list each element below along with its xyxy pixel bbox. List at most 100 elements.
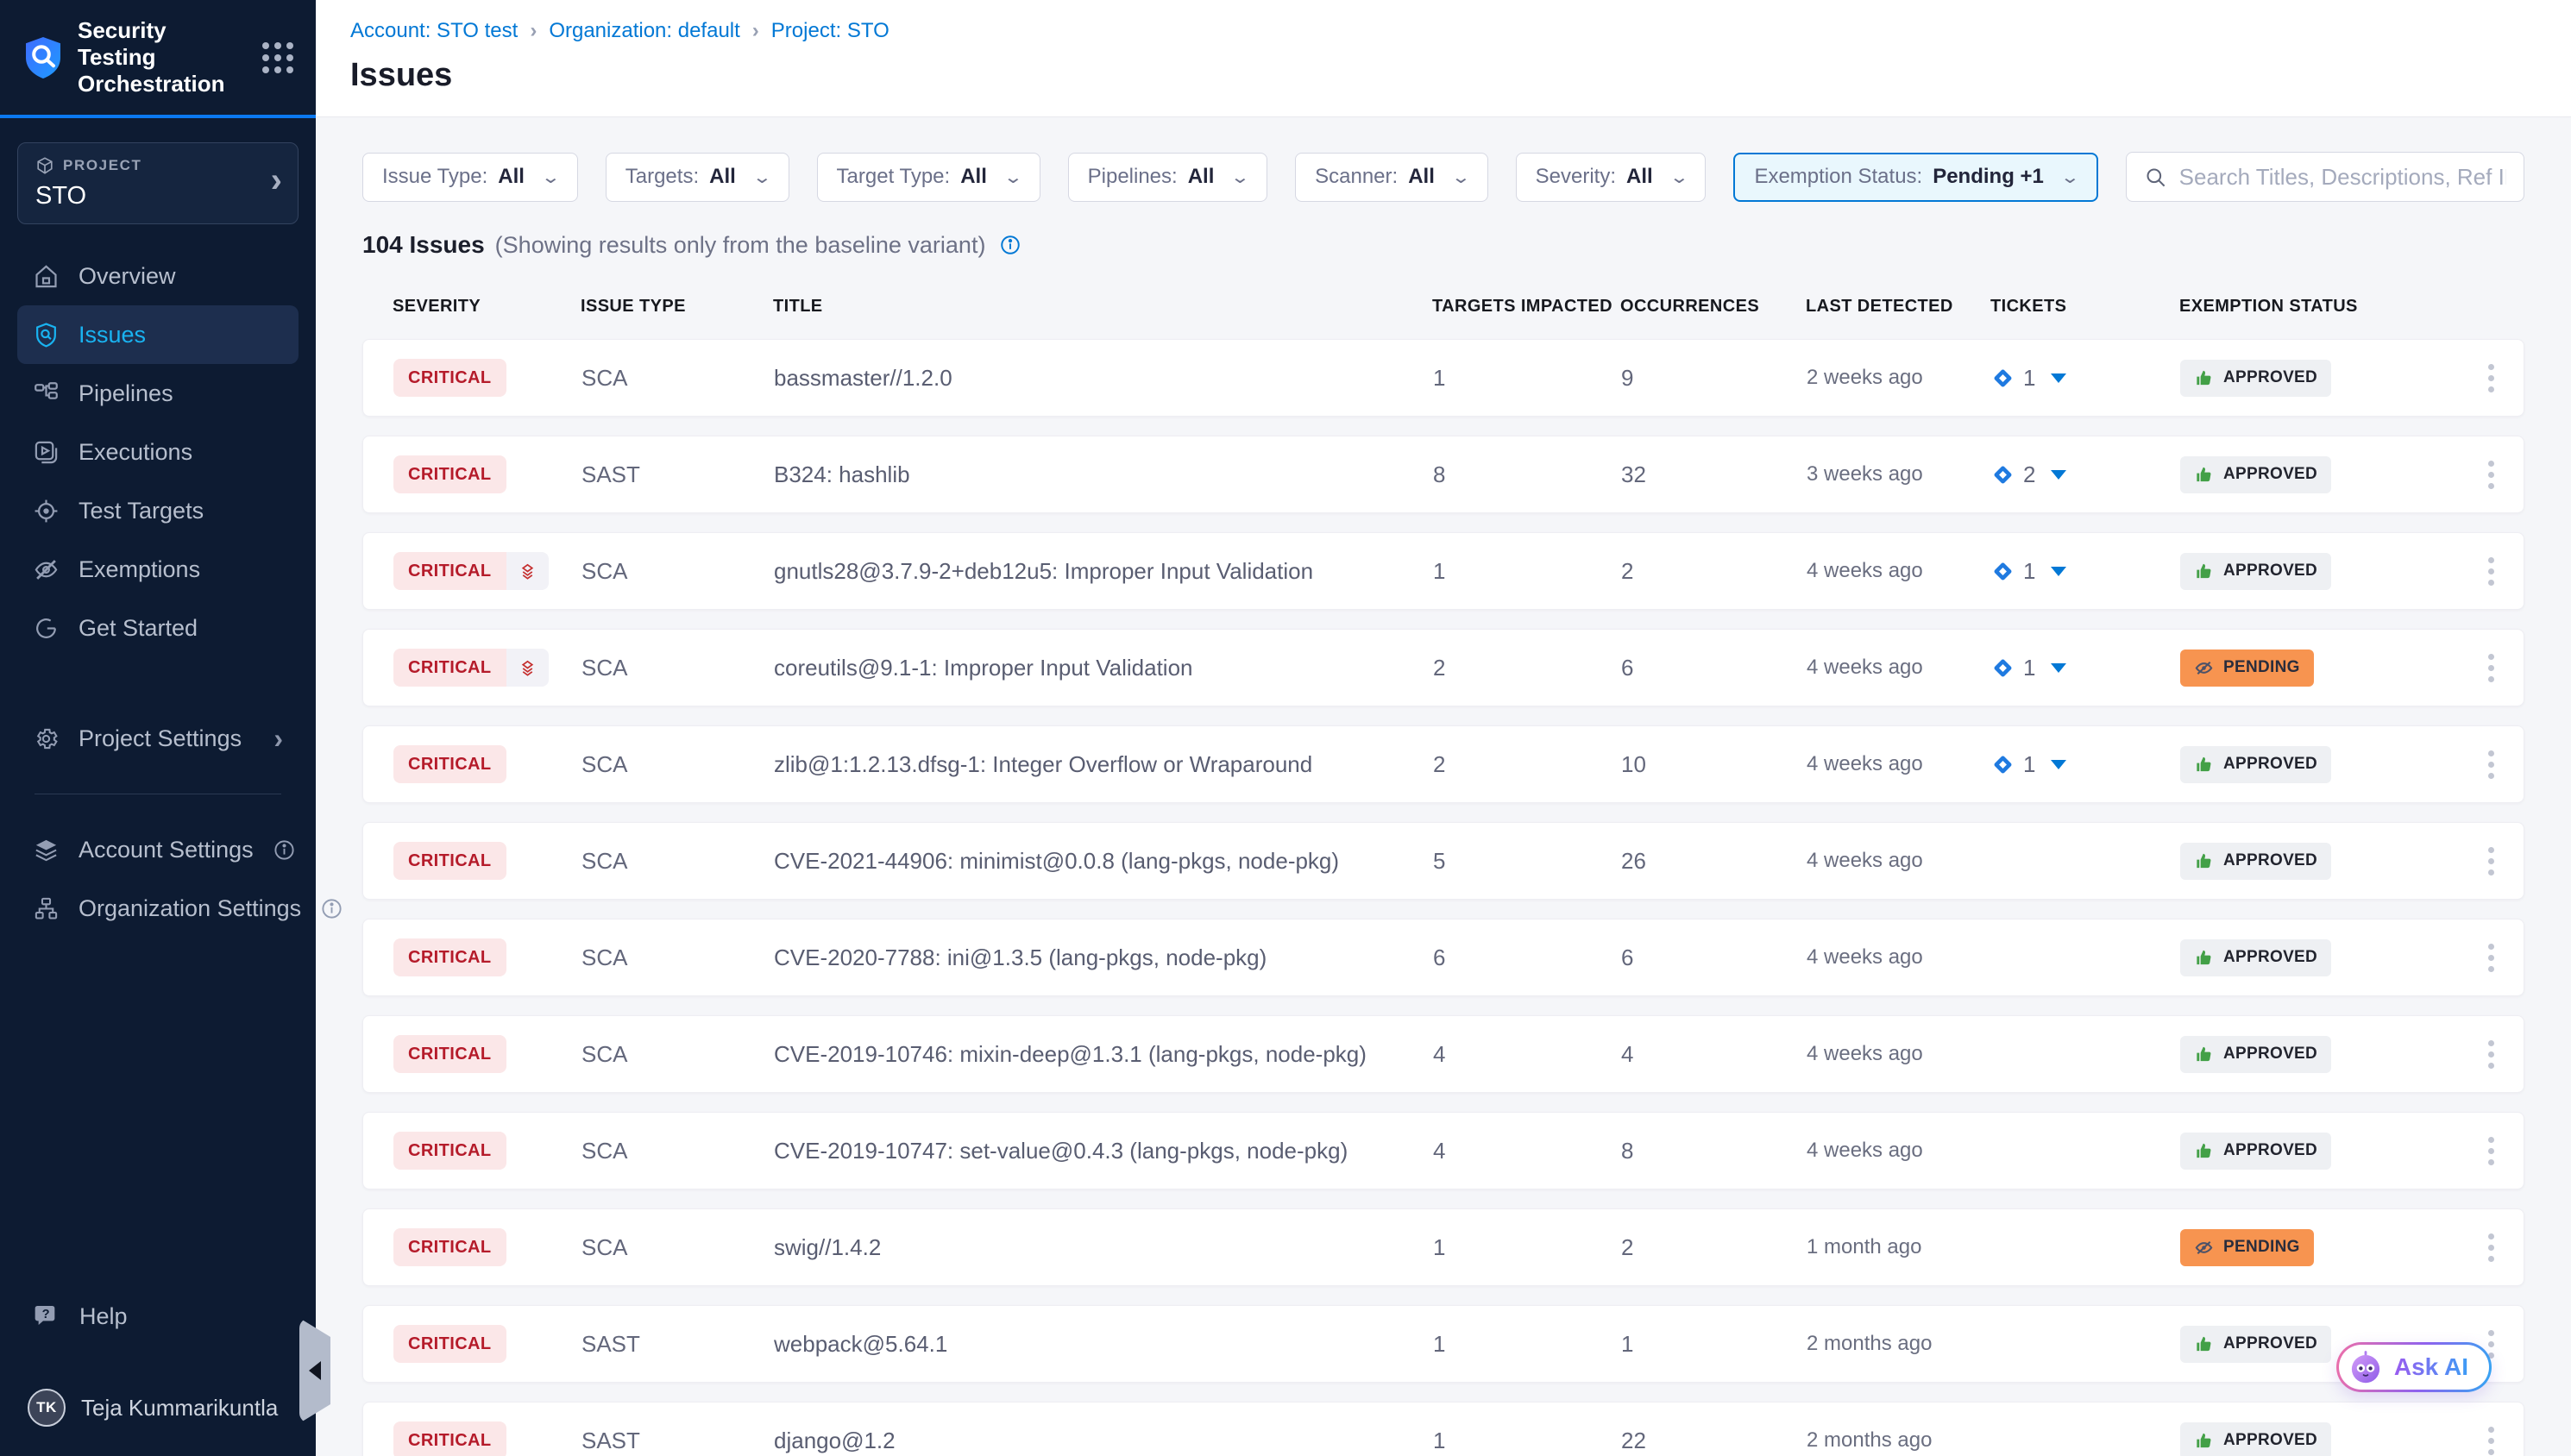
table-row[interactable]: CRITICAL SCA CVE-2019-10747: set-value@0… [362, 1112, 2524, 1189]
sidebar-item-issues[interactable]: Issues [17, 305, 299, 364]
row-menu-kebab[interactable] [2474, 547, 2508, 595]
user-menu[interactable]: TK Teja Kummarikuntla [17, 1389, 299, 1427]
severity-cell: CRITICAL [393, 745, 581, 783]
issue-type-cell: SCA [581, 655, 774, 681]
severity-cell: CRITICAL [393, 1325, 581, 1363]
exemption-status-cell: APPROVED [2180, 939, 2474, 976]
exemption-status-cell: APPROVED [2180, 1036, 2474, 1073]
issue-type-cell: SCA [581, 1041, 774, 1068]
breadcrumb-project[interactable]: Project: STO [771, 19, 889, 43]
info-icon[interactable] [273, 838, 296, 862]
ticket-caret-down-icon[interactable] [2051, 567, 2066, 576]
app-grid-icon[interactable] [262, 42, 293, 73]
last-detected-cell: 4 weeks ago [1807, 849, 1991, 873]
executions-icon [33, 439, 60, 466]
tickets-cell[interactable]: 1 [1991, 365, 2180, 392]
app-title: Security Testing Orchestration [78, 17, 248, 97]
filter-pipelines[interactable]: Pipelines: All ⌄ [1068, 153, 1268, 202]
last-detected-cell: 4 weeks ago [1807, 945, 1991, 970]
sidebar-item-exemptions[interactable]: Exemptions [17, 540, 299, 599]
filter-severity[interactable]: Severity: All ⌄ [1516, 153, 1707, 202]
jira-ticket-icon [1991, 753, 2015, 776]
occurrences-cell: 6 [1621, 945, 1807, 971]
row-menu-kebab[interactable] [2474, 1030, 2508, 1078]
filter-exemption-status[interactable]: Exemption Status: Pending +1 ⌄ [1733, 153, 2097, 202]
filter-scanner[interactable]: Scanner: All ⌄ [1295, 153, 1488, 202]
table-row[interactable]: CRITICAL SCA CVE-2020-7788: ini@1.3.5 (l… [362, 919, 2524, 996]
table-row[interactable]: CRITICAL SCA CVE-2019-10746: mixin-deep@… [362, 1015, 2524, 1093]
thumbs-up-icon [2194, 1045, 2214, 1064]
jira-ticket-icon [1991, 463, 2015, 486]
ticket-caret-down-icon[interactable] [2051, 663, 2066, 673]
gear-icon [33, 725, 60, 752]
targets-impacted-cell: 8 [1433, 461, 1621, 488]
ticket-count: 1 [2023, 558, 2035, 585]
help-chat-icon: ? [33, 1302, 60, 1330]
help-button[interactable]: ? Help [17, 1289, 299, 1344]
info-icon[interactable] [320, 897, 343, 920]
approved-badge: APPROVED [2180, 1326, 2331, 1363]
table-row[interactable]: CRITICAL SCA CVE-2021-44906: minimist@0.… [362, 822, 2524, 900]
table-row[interactable]: CRITICAL SCA swig//1.4.2 1 2 1 month ago… [362, 1208, 2524, 1286]
issue-title-cell: CVE-2019-10747: set-value@0.4.3 (lang-pk… [774, 1138, 1433, 1164]
ask-ai-button[interactable]: Ask AI [2336, 1342, 2492, 1392]
tickets-cell[interactable]: 2 [1991, 461, 2180, 488]
sidebar-item-get-started[interactable]: Get Started [17, 599, 299, 657]
table-row[interactable]: CRITICAL SAST webpack@5.64.1 1 1 2 month… [362, 1305, 2524, 1383]
sidebar-item-overview[interactable]: Overview [17, 247, 299, 305]
row-menu-kebab[interactable] [2474, 837, 2508, 885]
table-row[interactable]: CRITICAL SCA bassmaster//1.2.0 1 9 2 wee… [362, 339, 2524, 417]
sidebar-item-account-settings[interactable]: Account Settings [17, 820, 299, 879]
tickets-cell[interactable]: 1 [1991, 751, 2180, 778]
sidebar-item-pipelines[interactable]: Pipelines [17, 364, 299, 423]
sidebar-item-executions[interactable]: Executions [17, 423, 299, 481]
row-menu-kebab[interactable] [2474, 450, 2508, 499]
last-detected-cell: 2 months ago [1807, 1428, 1991, 1453]
ticket-count: 1 [2023, 751, 2035, 778]
ticket-caret-down-icon[interactable] [2051, 470, 2066, 480]
table-row[interactable]: CRITICAL SAST B324: hashlib 8 32 3 weeks… [362, 436, 2524, 513]
sidebar: Security Testing Orchestration PROJECT S… [0, 0, 316, 1456]
tickets-cell[interactable]: 1 [1991, 558, 2180, 585]
table-row[interactable]: CRITICAL SCA zlib@1:1.2.13.dfsg-1: Integ… [362, 725, 2524, 803]
row-menu-kebab[interactable] [2474, 933, 2508, 982]
ticket-caret-down-icon[interactable] [2051, 760, 2066, 769]
sidebar-item-project-settings[interactable]: Project Settings › [17, 709, 299, 768]
issue-type-cell: SAST [581, 1331, 774, 1358]
project-selector[interactable]: PROJECT STO › [17, 142, 299, 224]
table-row[interactable]: CRITICAL SCA coreutils@9.1-1: Improper I… [362, 629, 2524, 706]
filter-issue-type[interactable]: Issue Type: All ⌄ [362, 153, 578, 202]
sidebar-item-organization-settings[interactable]: Organization Settings [17, 879, 299, 938]
filter-targets[interactable]: Targets: All ⌄ [606, 153, 789, 202]
chevron-down-icon: ⌄ [1230, 166, 1250, 188]
breadcrumb-organization[interactable]: Organization: default [549, 19, 739, 43]
filter-target-type[interactable]: Target Type: All ⌄ [817, 153, 1040, 202]
jira-ticket-icon [1991, 656, 2015, 680]
tickets-cell[interactable]: 1 [1991, 655, 2180, 681]
issue-type-cell: SCA [581, 365, 774, 392]
targets-impacted-cell: 2 [1433, 655, 1621, 681]
exemption-status-cell: PENDING [2180, 1229, 2474, 1266]
ticket-caret-down-icon[interactable] [2051, 373, 2066, 383]
thumbs-up-icon [2194, 948, 2214, 968]
svg-text:?: ? [42, 1308, 50, 1321]
row-menu-kebab[interactable] [2474, 1127, 2508, 1175]
row-menu-kebab[interactable] [2474, 1416, 2508, 1456]
info-icon[interactable] [999, 234, 1021, 256]
row-menu-kebab[interactable] [2474, 1223, 2508, 1271]
search-input[interactable] [2179, 164, 2506, 191]
sidebar-item-test-targets[interactable]: Test Targets [17, 481, 299, 540]
issue-title-cell: bassmaster//1.2.0 [774, 365, 1433, 392]
row-menu-kebab[interactable] [2474, 643, 2508, 692]
eye-off-icon [33, 556, 60, 583]
row-menu-kebab[interactable] [2474, 354, 2508, 402]
last-detected-cell: 3 weeks ago [1807, 462, 1991, 486]
breadcrumb-account[interactable]: Account: STO test [350, 19, 518, 43]
row-menu-kebab[interactable] [2474, 740, 2508, 788]
table-row[interactable]: CRITICAL SAST django@1.2 1 22 2 months a… [362, 1402, 2524, 1456]
last-detected-cell: 4 weeks ago [1807, 656, 1991, 680]
issue-title-cell: coreutils@9.1-1: Improper Input Validati… [774, 655, 1433, 681]
table-row[interactable]: CRITICAL SCA gnutls28@3.7.9-2+deb12u5: I… [362, 532, 2524, 610]
approved-badge: APPROVED [2180, 1422, 2331, 1456]
eye-off-icon [2194, 1238, 2214, 1258]
